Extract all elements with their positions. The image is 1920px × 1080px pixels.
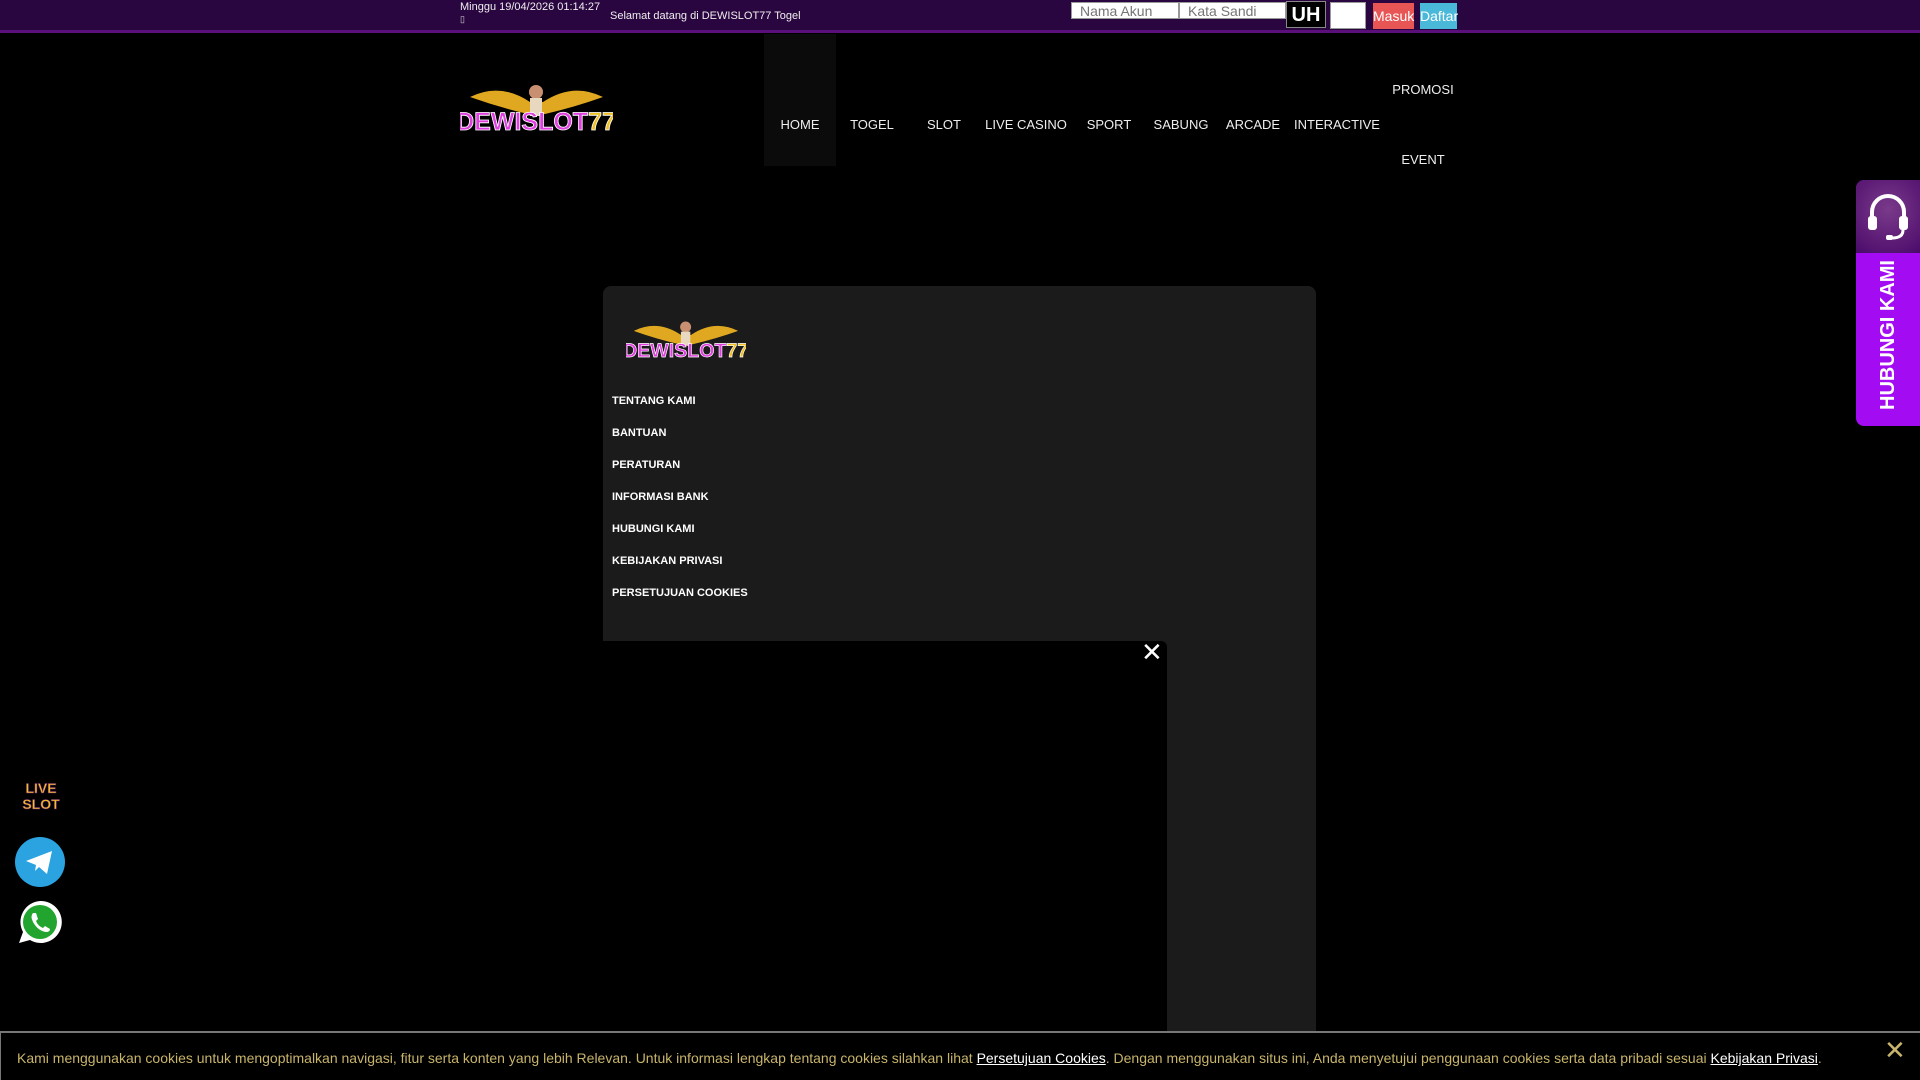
headset-icon — [1856, 180, 1920, 253]
telegram-icon[interactable] — [15, 837, 65, 887]
datetime: Minggu 19/04/2026 01:14:27 — [460, 1, 601, 13]
link-kebijakan-privasi[interactable]: KEBIJAKAN PRIVASI — [612, 555, 722, 567]
login-button[interactable]: Masuk — [1373, 3, 1414, 29]
live-slot-icon[interactable]: LIVE SLOT — [18, 780, 64, 820]
clock-icon: ▯ — [460, 14, 465, 24]
nav-interactive[interactable]: INTERACTIVE — [1294, 117, 1380, 132]
nav-slot[interactable]: SLOT — [927, 117, 961, 132]
nav-togel[interactable]: TOGEL — [850, 117, 894, 132]
site-logo[interactable]: DEWISLOT77 — [460, 72, 613, 135]
nav-event[interactable]: EVENT — [1401, 152, 1444, 167]
svg-text:DEWISLOT77: DEWISLOT77 — [460, 108, 613, 135]
nav-live-casino[interactable]: LIVE CASINO — [985, 117, 1067, 132]
nav-sabung[interactable]: SABUNG — [1154, 117, 1209, 132]
svg-text:DEWISLOT77: DEWISLOT77 — [626, 340, 746, 362]
contact-label: HUBUNGI KAMI — [1877, 260, 1899, 410]
cookie-text-part: . — [1817, 1050, 1822, 1066]
cookie-close-icon[interactable]: ✕ — [1884, 1035, 1906, 1066]
whatsapp-icon[interactable] — [16, 898, 64, 946]
username-input[interactable] — [1071, 2, 1179, 19]
link-persetujuan-cookies[interactable]: PERSETUJUAN COOKIES — [612, 587, 748, 599]
link-tentang-kami[interactable]: TENTANG KAMI — [612, 395, 696, 407]
video-frame[interactable] — [603, 641, 1167, 1080]
link-peraturan[interactable]: PERATURAN — [612, 459, 680, 471]
nav-promosi[interactable]: PROMOSI — [1392, 82, 1453, 97]
cookie-text: Kami menggunakan cookies untuk mengoptim… — [17, 1050, 1822, 1066]
cookie-banner: Kami menggunakan cookies untuk mengoptim… — [0, 1031, 1920, 1080]
close-icon[interactable]: ✕ — [1141, 637, 1163, 668]
nav-arcade[interactable]: ARCADE — [1226, 117, 1280, 132]
captcha-input[interactable] — [1330, 2, 1366, 29]
captcha-image: UH — [1286, 1, 1326, 28]
top-bar — [0, 0, 1920, 33]
welcome-text: Selamat datang di DEWISLOT77 Togel — [610, 10, 801, 22]
privacy-policy-link[interactable]: Kebijakan Privasi — [1711, 1050, 1818, 1066]
register-button[interactable]: Daftar — [1420, 3, 1458, 29]
link-informasi-bank[interactable]: INFORMASI BANK — [612, 491, 709, 503]
cookie-text-part: Kami menggunakan cookies untuk mengoptim… — [17, 1050, 977, 1066]
nav-home[interactable]: HOME — [781, 117, 820, 132]
link-hubungi-kami[interactable]: HUBUNGI KAMI — [612, 523, 695, 535]
cookie-policy-link[interactable]: Persetujuan Cookies — [977, 1050, 1106, 1066]
nav-sport[interactable]: SPORT — [1087, 117, 1132, 132]
link-bantuan[interactable]: BANTUAN — [612, 427, 666, 439]
cookie-text-part: . Dengan menggunakan situs ini, Anda men… — [1105, 1050, 1711, 1066]
modal-logo: DEWISLOT77 — [626, 321, 746, 362]
nav-home-highlight — [764, 34, 836, 166]
password-input[interactable] — [1179, 2, 1286, 19]
